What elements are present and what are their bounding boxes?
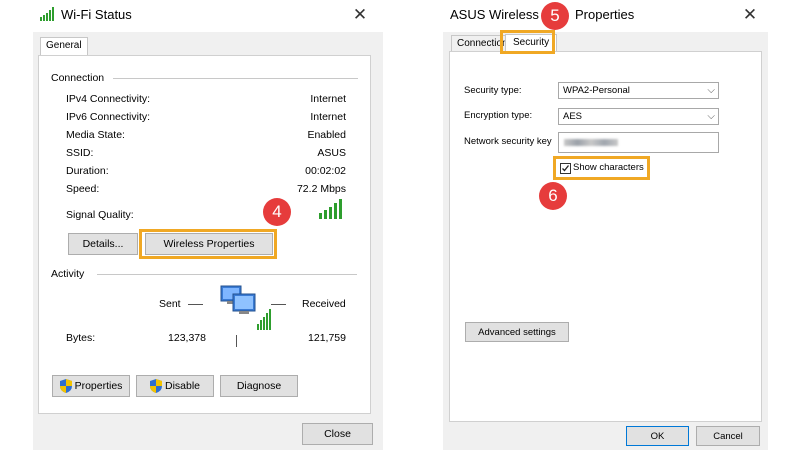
details-button[interactable]: Details... bbox=[68, 233, 138, 255]
network-key-label: Network security key bbox=[464, 136, 552, 147]
sent-dash bbox=[188, 304, 203, 305]
uac-shield-icon bbox=[149, 379, 162, 393]
step-5-badge: 5 bbox=[541, 2, 569, 30]
wifi-status-titlebar: Wi-Fi Status ✕ bbox=[33, 0, 383, 32]
show-characters-highlight bbox=[553, 156, 650, 180]
chevron-down-icon: ⌵ bbox=[707, 111, 715, 122]
wireless-properties-titlebar: ASUS Wireless Net Properties ✕ bbox=[443, 0, 768, 32]
close-button[interactable]: Close bbox=[302, 423, 373, 445]
duration-label: Duration: bbox=[66, 165, 109, 177]
properties-button-label: Properties bbox=[74, 380, 123, 392]
bytes-received-value: 121,759 bbox=[308, 332, 346, 344]
ipv6-value: Internet bbox=[310, 111, 346, 123]
signal-bars-icon bbox=[319, 199, 342, 219]
network-key-field[interactable] bbox=[558, 132, 719, 153]
bytes-separator bbox=[236, 335, 237, 347]
speed-label: Speed: bbox=[66, 183, 100, 195]
security-type-select[interactable]: WPA2-Personal ⌵ bbox=[558, 82, 719, 99]
window-title: Wi-Fi Status bbox=[61, 7, 132, 22]
wireless-properties-window: ASUS Wireless Net Properties ✕ Connectio… bbox=[443, 0, 768, 450]
bytes-label: Bytes: bbox=[66, 332, 96, 344]
speed-value: 72.2 Mbps bbox=[296, 183, 346, 195]
properties-button[interactable]: Properties bbox=[52, 375, 130, 397]
bytes-sent-value: 123,378 bbox=[168, 332, 206, 344]
ssid-label: SSID: bbox=[66, 147, 94, 159]
encryption-type-select[interactable]: AES ⌵ bbox=[558, 108, 719, 125]
connection-heading: Connection bbox=[51, 72, 105, 84]
tab-general[interactable]: General bbox=[40, 37, 88, 56]
security-type-value: WPA2-Personal bbox=[563, 85, 630, 96]
received-label: Received bbox=[302, 298, 346, 310]
blurred-key-text bbox=[564, 139, 618, 146]
advanced-settings-button[interactable]: Advanced settings bbox=[465, 322, 569, 342]
disable-button-label: Disable bbox=[164, 380, 201, 392]
security-type-label: Security type: bbox=[464, 85, 522, 96]
activity-heading: Activity bbox=[51, 268, 85, 280]
security-tab-highlight bbox=[500, 30, 555, 54]
step-4-badge: 4 bbox=[263, 198, 291, 226]
security-panel: Security type: WPA2-Personal ⌵ Encryptio… bbox=[449, 51, 762, 422]
ipv4-value: Internet bbox=[310, 93, 346, 105]
step-6-badge: 6 bbox=[539, 182, 567, 210]
diagnose-button[interactable]: Diagnose bbox=[220, 375, 298, 397]
wireless-properties-highlight bbox=[139, 229, 277, 259]
signal-bars-icon bbox=[40, 7, 54, 21]
ok-button[interactable]: OK bbox=[626, 426, 689, 446]
network-computers-icon bbox=[220, 285, 271, 330]
connection-divider bbox=[113, 78, 358, 79]
received-dash bbox=[271, 304, 286, 305]
duration-value: 00:02:02 bbox=[305, 165, 346, 177]
disable-button[interactable]: Disable bbox=[136, 375, 214, 397]
close-icon[interactable]: ✕ bbox=[739, 4, 761, 26]
cancel-button[interactable]: Cancel bbox=[696, 426, 760, 446]
close-icon[interactable]: ✕ bbox=[349, 4, 371, 26]
ipv6-label: IPv6 Connectivity: bbox=[66, 111, 151, 123]
sent-label: Sent bbox=[159, 298, 181, 310]
window-title-right: Properties bbox=[575, 7, 635, 22]
media-state-label: Media State: bbox=[66, 129, 125, 141]
uac-shield-icon bbox=[59, 379, 72, 393]
ssid-value: ASUS bbox=[317, 147, 346, 159]
wifi-status-window: Wi-Fi Status ✕ General Connection IPv4 C… bbox=[33, 0, 383, 450]
chevron-down-icon: ⌵ bbox=[707, 85, 715, 96]
signal-quality-label: Signal Quality: bbox=[66, 209, 134, 221]
encryption-type-value: AES bbox=[563, 111, 583, 122]
activity-divider bbox=[97, 274, 357, 275]
ipv4-label: IPv4 Connectivity: bbox=[66, 93, 151, 105]
media-state-value: Enabled bbox=[307, 129, 346, 141]
encryption-type-label: Encryption type: bbox=[464, 110, 533, 121]
